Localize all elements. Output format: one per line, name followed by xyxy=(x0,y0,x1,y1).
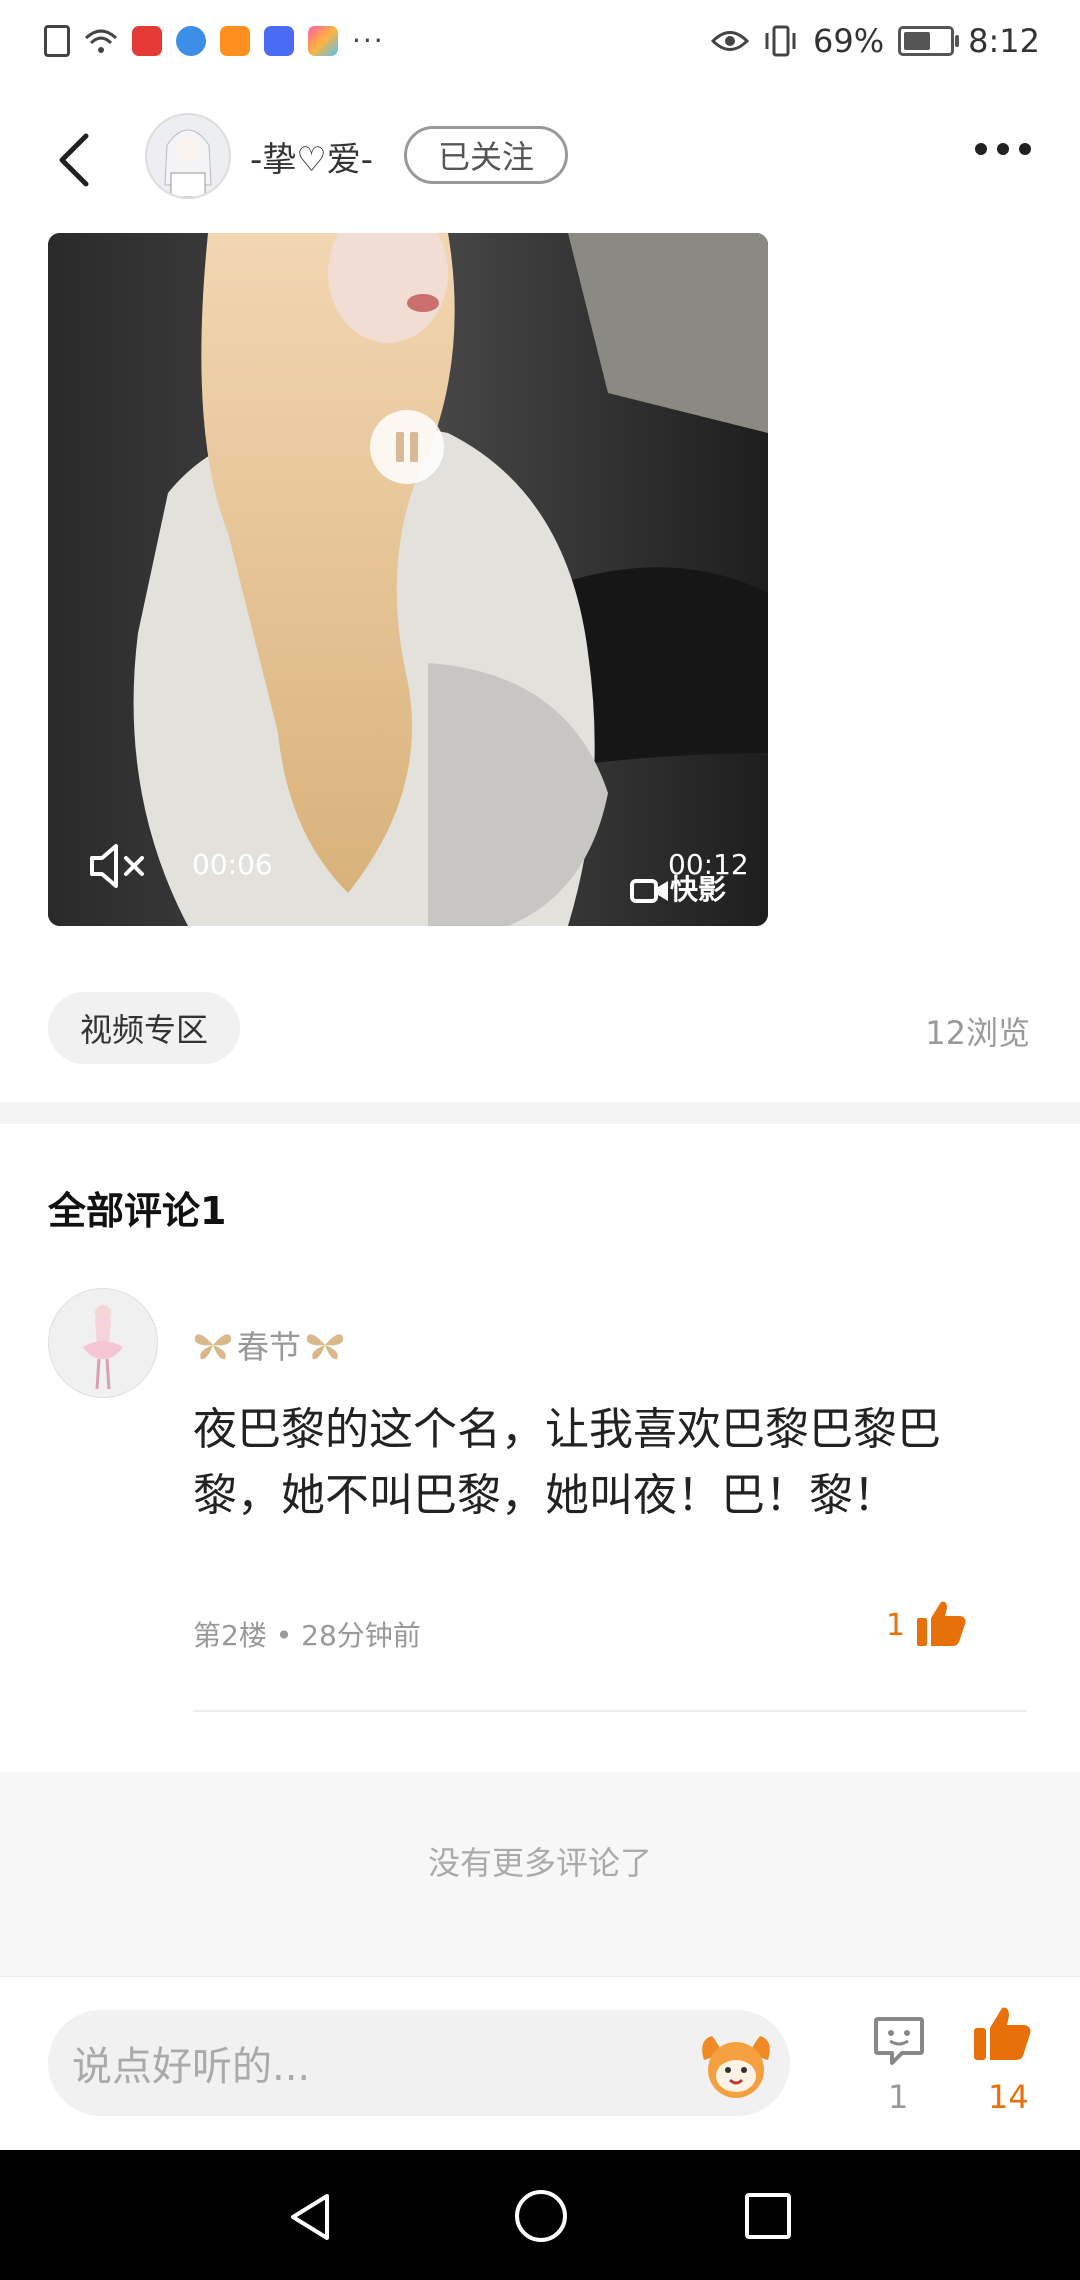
view-count: 12浏览 xyxy=(925,1014,1030,1052)
thumbs-up-icon[interactable] xyxy=(972,2006,1032,2062)
commenter-avatar[interactable] xyxy=(48,1288,158,1398)
topic-tag[interactable]: 视频专区 xyxy=(48,992,240,1064)
more-options-icon[interactable] xyxy=(975,143,1031,155)
comment-floor: 第2楼 xyxy=(193,1619,267,1652)
comment-divider xyxy=(193,1710,1027,1712)
pause-button[interactable] xyxy=(370,410,444,484)
commenter-name-text: 春节 xyxy=(237,1328,302,1366)
comment-like-count: 1 xyxy=(886,1608,906,1643)
app-icon-red xyxy=(132,25,162,56)
video-current-time: 00:06 xyxy=(192,848,273,881)
kuaiying-label: 快影 xyxy=(670,873,727,906)
comment-time: 28分钟前 xyxy=(301,1619,421,1652)
author-avatar[interactable] xyxy=(145,113,231,199)
comment-input[interactable]: 说点好听的... xyxy=(48,2010,790,2116)
thumbs-up-icon[interactable] xyxy=(915,1600,967,1648)
notification-alert-icon xyxy=(44,24,70,57)
more-dots-icon: ··· xyxy=(352,24,385,57)
mascot-emoji-icon[interactable] xyxy=(698,2030,774,2100)
section-divider xyxy=(0,1102,1080,1124)
follow-button[interactable]: 已关注 xyxy=(404,126,568,184)
back-arrow-icon[interactable] xyxy=(52,130,96,190)
status-left-icons: ··· xyxy=(44,24,385,57)
mute-icon[interactable] xyxy=(88,840,148,892)
author-name[interactable]: -挚♡爱- xyxy=(250,132,373,181)
app-icon-orange xyxy=(220,25,250,56)
clock: 8:12 xyxy=(968,22,1040,60)
nav-home-icon[interactable] xyxy=(515,2190,567,2242)
comment-bubble-icon[interactable] xyxy=(872,2013,926,2067)
video-player[interactable] xyxy=(48,233,768,926)
comment-count: 1 xyxy=(888,2078,909,2116)
nav-back-icon[interactable] xyxy=(287,2192,333,2242)
comments-title: 全部评论1 xyxy=(48,1189,227,1233)
battery-icon xyxy=(898,26,960,56)
comment-meta: 第2楼 • 28分钟前 xyxy=(193,1619,421,1652)
app-icon-blue xyxy=(176,25,206,56)
status-bar: ··· 69% 8:12 xyxy=(0,0,1080,90)
vibrate-icon xyxy=(765,25,796,57)
kuaiying-watermark: 快影 xyxy=(630,868,726,908)
nav-recent-apps-icon[interactable] xyxy=(745,2193,791,2239)
battery-percent: 69% xyxy=(813,22,885,60)
video-frame xyxy=(48,233,768,926)
video-camera-icon xyxy=(630,879,668,903)
butterfly-icon xyxy=(306,1334,344,1360)
like-count: 14 xyxy=(988,2078,1029,2116)
comment-text: 夜巴黎的这个名，让我喜欢巴黎巴黎巴黎，她不叫巴黎，她叫夜！巴！黎！ xyxy=(193,1404,941,1521)
app-icon-colorful xyxy=(308,25,338,56)
butterfly-icon xyxy=(194,1334,232,1360)
eye-icon xyxy=(711,31,750,51)
status-right: 69% 8:12 xyxy=(711,22,1040,60)
music-icon xyxy=(264,25,294,56)
wifi-icon xyxy=(84,26,118,56)
commenter-name[interactable]: 春节 xyxy=(193,1322,345,1368)
no-more-comments: 没有更多评论了 xyxy=(427,1844,652,1882)
